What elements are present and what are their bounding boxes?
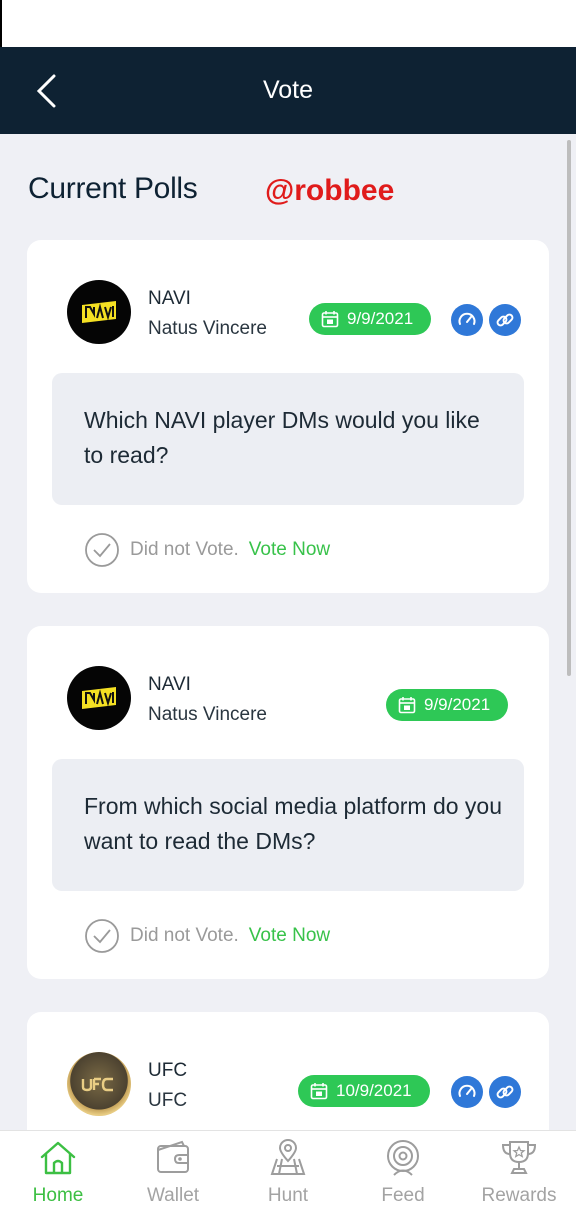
org-full-name: Natus Vincere	[148, 704, 267, 725]
nav-item-hunt[interactable]: Hunt	[247, 1131, 329, 1224]
vote-now-link[interactable]: Vote Now	[249, 539, 330, 561]
trophy-icon	[501, 1141, 537, 1174]
org-name: NAVI	[148, 674, 191, 695]
bottom-nav: Home Wallet Hunt Feed Rewards	[0, 1130, 576, 1224]
ufc-logo-icon	[81, 1077, 113, 1092]
poll-card[interactable]: NAVI Natus Vincere 9/9/2021 Which NAVI p…	[27, 240, 549, 593]
gauge-icon	[458, 312, 476, 325]
calendar-icon	[310, 1083, 328, 1100]
nav-label: Feed	[381, 1185, 425, 1206]
check-circle-icon	[85, 919, 119, 953]
org-name: UFC	[148, 1060, 188, 1081]
link-icon	[496, 313, 514, 327]
share-link-button[interactable]	[489, 304, 521, 336]
nav-item-rewards[interactable]: Rewards	[474, 1131, 564, 1224]
navi-logo-icon	[82, 301, 116, 323]
vote-status: Did not Vote.	[130, 539, 239, 560]
nav-label: Rewards	[481, 1185, 557, 1206]
poll-date: 9/9/2021	[347, 309, 414, 328]
polls-content[interactable]: Current Polls @robbee NAVI Natus Vincere…	[0, 134, 576, 1130]
share-link-button[interactable]	[489, 1076, 521, 1108]
nav-item-feed[interactable]: Feed	[362, 1131, 444, 1224]
navi-logo-icon	[82, 687, 116, 709]
nav-label: Home	[32, 1185, 84, 1206]
date-badge: 10/9/2021	[298, 1075, 430, 1107]
poll-card[interactable]: UFC UFC 10/9/2021	[27, 1012, 549, 1130]
poll-date: 10/9/2021	[336, 1081, 412, 1100]
map-icon	[270, 1139, 306, 1175]
nav-item-home[interactable]: Home	[17, 1131, 99, 1224]
vote-status: Did not Vote.	[130, 925, 239, 946]
status-bar	[0, 0, 576, 47]
org-full-name: Natus Vincere	[148, 318, 267, 339]
nav-item-wallet[interactable]: Wallet	[132, 1131, 214, 1224]
question-box: From which social media platform do you …	[52, 759, 524, 891]
org-avatar	[67, 280, 131, 344]
org-avatar	[67, 1052, 131, 1116]
nav-label: Wallet	[146, 1185, 200, 1206]
vote-now-link[interactable]: Vote Now	[249, 925, 330, 947]
home-icon	[40, 1141, 76, 1175]
feed-icon	[387, 1140, 419, 1176]
vote-status-row: Did not Vote. Vote Now	[84, 918, 330, 954]
link-icon	[496, 1085, 514, 1099]
calendar-icon	[398, 697, 416, 714]
date-badge: 9/9/2021	[386, 689, 509, 721]
wallet-icon	[157, 1140, 189, 1173]
vote-status-row: Did not Vote. Vote Now	[84, 532, 330, 568]
nav-label: Hunt	[267, 1185, 309, 1206]
org-name: NAVI	[148, 288, 191, 309]
results-button[interactable]	[451, 304, 483, 336]
gauge-icon	[458, 1084, 476, 1097]
date-badge: 9/9/2021	[309, 303, 432, 335]
poll-question: Which NAVI player DMs would you like to …	[84, 407, 480, 468]
scrollbar[interactable]	[567, 140, 571, 676]
poll-question: From which social media platform do you …	[84, 793, 502, 854]
org-avatar	[67, 666, 131, 730]
poll-card[interactable]: NAVI Natus Vincere 9/9/2021 From which s…	[27, 626, 549, 979]
check-circle-icon	[85, 533, 119, 567]
section-title: Current Polls	[28, 172, 198, 205]
question-box: Which NAVI player DMs would you like to …	[52, 373, 524, 505]
results-button[interactable]	[451, 1076, 483, 1108]
calendar-icon	[321, 311, 339, 328]
poll-date: 9/9/2021	[424, 695, 491, 714]
app-header: Vote	[0, 47, 576, 134]
page-title: Vote	[262, 76, 314, 104]
org-full-name: UFC	[148, 1090, 188, 1111]
watermark-text: @robbee	[265, 174, 395, 207]
